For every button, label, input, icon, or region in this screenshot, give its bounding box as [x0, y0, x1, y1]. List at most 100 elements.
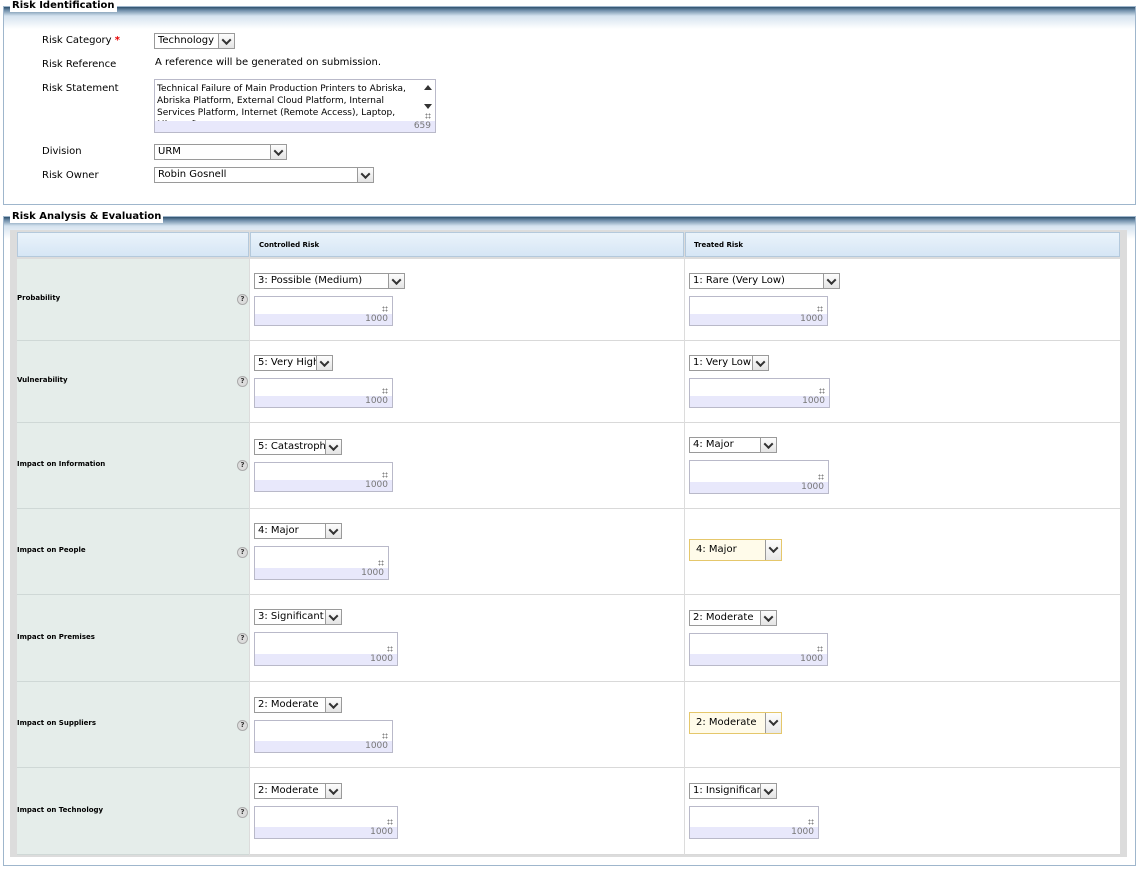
- character-counter: 659: [155, 121, 435, 132]
- chevron-down-icon[interactable]: [823, 274, 839, 288]
- character-counter: 1000: [255, 568, 388, 579]
- resize-grip-icon[interactable]: [387, 819, 393, 825]
- resize-grip-icon[interactable]: [382, 472, 388, 478]
- row-label-probability: Probability: [17, 259, 249, 341]
- resize-grip-icon[interactable]: [382, 733, 388, 739]
- chevron-down-icon[interactable]: [218, 34, 234, 48]
- resize-grip-icon[interactable]: [382, 306, 388, 312]
- impact-suppliers-label: Impact on Suppliers: [17, 719, 97, 727]
- chevron-down-icon[interactable]: [765, 713, 781, 733]
- help-icon[interactable]: ?: [237, 294, 248, 305]
- help-icon[interactable]: ?: [237, 547, 248, 558]
- risk-reference-value: A reference will be generated on submiss…: [155, 57, 382, 68]
- vulnerability-treated-comment[interactable]: 1000: [689, 378, 830, 408]
- risk-category-label-text: Risk Category: [42, 35, 112, 46]
- impact-people-controlled-select[interactable]: 4: Major: [254, 523, 342, 539]
- impact-premises-label: Impact on Premises: [17, 633, 95, 641]
- impact-premises-controlled-select[interactable]: 3: Significant: [254, 609, 342, 625]
- probability-controlled-comment[interactable]: 1000: [254, 296, 393, 326]
- character-counter: 1000: [690, 396, 829, 407]
- impact-information-controlled-select[interactable]: 5: Catastrophic: [254, 439, 342, 455]
- help-icon[interactable]: ?: [237, 376, 248, 387]
- chevron-down-icon[interactable]: [760, 784, 776, 798]
- required-marker: *: [114, 35, 121, 46]
- chevron-down-icon[interactable]: [325, 610, 341, 624]
- impact-people-treated-select[interactable]: 4: Major: [689, 539, 782, 561]
- help-icon[interactable]: ?: [237, 633, 248, 644]
- impact-suppliers-treated-value: 2: Moderate: [696, 717, 757, 728]
- help-icon[interactable]: ?: [237, 460, 248, 471]
- chevron-down-icon[interactable]: [316, 356, 332, 370]
- risk-owner-select[interactable]: Robin Gosnell: [154, 167, 374, 183]
- row-label-impact-information: Impact on Information: [17, 423, 249, 509]
- impact-people-controlled-comment[interactable]: 1000: [254, 546, 389, 580]
- probability-treated-comment[interactable]: 1000: [689, 296, 828, 326]
- chevron-down-icon[interactable]: [357, 168, 373, 182]
- impact-information-treated-value: 4: Major: [693, 439, 734, 450]
- impact-information-treated-select[interactable]: 4: Major: [689, 437, 777, 453]
- row-label-impact-technology: Impact on Technology: [17, 768, 249, 855]
- chevron-down-icon[interactable]: [765, 540, 781, 560]
- resize-grip-icon[interactable]: [378, 560, 384, 566]
- impact-premises-controlled-comment[interactable]: 1000: [254, 632, 398, 666]
- impact-suppliers-controlled-select[interactable]: 2: Moderate: [254, 697, 342, 713]
- impact-technology-controlled-comment[interactable]: 1000: [254, 806, 398, 839]
- character-counter: 1000: [255, 741, 392, 752]
- resize-grip-icon[interactable]: [817, 306, 823, 312]
- impact-technology-treated-comment[interactable]: 1000: [689, 806, 819, 839]
- impact-technology-treated-select[interactable]: 1: Insignificant: [689, 783, 777, 799]
- impact-premises-treated-select[interactable]: 2: Moderate: [689, 610, 777, 626]
- vulnerability-controlled-select[interactable]: 5: Very High: [254, 355, 333, 371]
- impact-information-label: Impact on Information: [17, 460, 106, 468]
- probability-treated-select[interactable]: 1: Rare (Very Low): [689, 273, 840, 289]
- help-icon[interactable]: ?: [237, 807, 248, 818]
- risk-category-select[interactable]: Technology: [154, 33, 235, 49]
- chevron-down-icon[interactable]: [270, 145, 286, 159]
- division-select[interactable]: URM: [154, 144, 287, 160]
- chevron-down-icon[interactable]: [325, 784, 341, 798]
- vulnerability-controlled-comment[interactable]: 1000: [254, 378, 393, 408]
- chevron-down-icon[interactable]: [752, 356, 768, 370]
- impact-people-controlled-value: 4: Major: [258, 525, 299, 536]
- vulnerability-treated-value: 1: Very Low: [693, 357, 752, 368]
- probability-controlled-value: 3: Possible (Medium): [258, 275, 363, 286]
- resize-grip-icon[interactable]: [819, 388, 825, 394]
- scroll-down-icon[interactable]: [424, 104, 432, 109]
- impact-people-treated-value: 4: Major: [696, 544, 737, 555]
- impact-technology-label: Impact on Technology: [17, 806, 104, 814]
- panel-header-bar: [4, 7, 1135, 29]
- impact-suppliers-treated-select[interactable]: 2: Moderate: [689, 712, 782, 734]
- resize-grip-icon[interactable]: [818, 474, 824, 480]
- chevron-down-icon[interactable]: [388, 274, 404, 288]
- resize-grip-icon[interactable]: [387, 646, 393, 652]
- impact-information-controlled-comment[interactable]: 1000: [254, 462, 393, 492]
- risk-statement-text: Technical Failure of Main Production Pri…: [157, 84, 406, 121]
- impact-premises-treated-comment[interactable]: 1000: [689, 633, 828, 666]
- risk-owner-label: Risk Owner: [42, 170, 99, 181]
- probability-controlled-select[interactable]: 3: Possible (Medium): [254, 273, 405, 289]
- vulnerability-controlled-value: 5: Very High: [258, 357, 320, 368]
- risk-statement-textarea[interactable]: Technical Failure of Main Production Pri…: [154, 79, 436, 133]
- impact-technology-controlled-select[interactable]: 2: Moderate: [254, 783, 342, 799]
- chevron-down-icon[interactable]: [760, 438, 776, 452]
- risk-category-value: Technology: [158, 35, 215, 46]
- resize-grip-icon[interactable]: [425, 113, 431, 119]
- scroll-up-icon[interactable]: [424, 85, 432, 90]
- chevron-down-icon[interactable]: [760, 611, 776, 625]
- risk-analysis-title: Risk Analysis & Evaluation: [10, 211, 164, 223]
- chevron-down-icon[interactable]: [325, 698, 341, 712]
- resize-grip-icon[interactable]: [817, 646, 823, 652]
- chevron-down-icon[interactable]: [325, 524, 341, 538]
- impact-suppliers-controlled-comment[interactable]: 1000: [254, 720, 393, 753]
- resize-grip-icon[interactable]: [808, 819, 814, 825]
- chevron-down-icon[interactable]: [325, 440, 341, 454]
- character-counter: 1000: [690, 827, 818, 838]
- vulnerability-treated-select[interactable]: 1: Very Low: [689, 355, 769, 371]
- probability-label: Probability: [17, 294, 61, 302]
- resize-grip-icon[interactable]: [382, 388, 388, 394]
- character-counter: 1000: [690, 482, 828, 493]
- character-counter: 1000: [255, 396, 392, 407]
- impact-information-treated-comment[interactable]: 1000: [689, 460, 829, 494]
- help-icon[interactable]: ?: [237, 720, 248, 731]
- row-label-impact-suppliers: Impact on Suppliers: [17, 682, 249, 768]
